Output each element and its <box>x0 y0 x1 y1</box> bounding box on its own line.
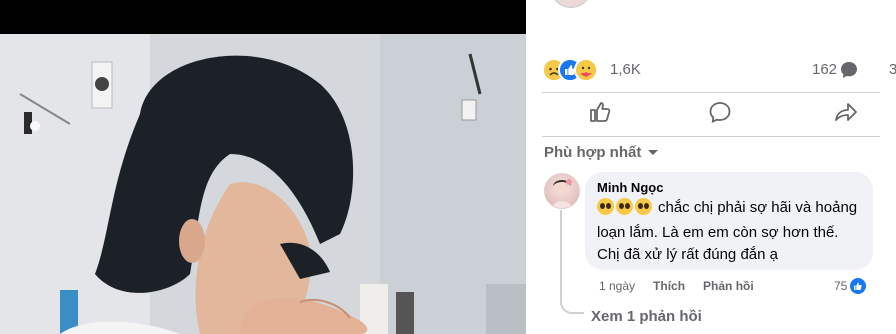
post-photo-pane <box>0 0 526 334</box>
comment-like-button[interactable]: Thích <box>653 279 685 293</box>
comment-reply-button[interactable]: Phản hồi <box>703 279 754 293</box>
like-reaction-icon <box>850 278 867 294</box>
comment-meta: 1 ngày Thích Phản hồi <box>599 279 754 293</box>
divider <box>542 136 880 137</box>
post-side-panel: 1,6K 162 3 Phù hợp nhất Minh Ngọc chắc c… <box>526 0 896 334</box>
reaction-count[interactable]: 1,6K <box>610 61 641 78</box>
chevron-down-icon <box>647 144 659 161</box>
comment-button[interactable] <box>690 94 750 134</box>
comment-count[interactable]: 162 <box>812 61 837 78</box>
share-button[interactable] <box>816 94 876 134</box>
comment-time[interactable]: 1 ngày <box>599 279 635 293</box>
avatar[interactable] <box>544 173 580 209</box>
share-count[interactable]: 3 <box>889 61 896 78</box>
comment-bubble: Minh Ngọc chắc chị phải sợ hãi và hoảng … <box>585 172 873 270</box>
comment-text: chắc chị phải sợ hãi và hoảng loạn lắm. … <box>597 197 861 266</box>
pleading-face-icon <box>597 198 654 222</box>
post-action-bar <box>542 94 896 134</box>
divider <box>542 92 880 93</box>
care-reaction-icon <box>574 58 598 82</box>
photo-illustration <box>0 34 526 334</box>
author-avatar[interactable] <box>550 0 592 8</box>
reply-thread-line <box>560 210 584 314</box>
post-photo[interactable] <box>0 34 526 334</box>
comment-bubble-icon <box>840 61 858 84</box>
comment-author[interactable]: Minh Ngọc <box>597 180 861 195</box>
view-replies-link[interactable]: Xem 1 phản hồi <box>591 308 702 325</box>
reactions-summary: 1,6K 162 3 <box>542 58 896 82</box>
reaction-icons[interactable] <box>542 58 606 82</box>
share-arrow-icon <box>834 100 858 129</box>
comment-icon <box>708 100 732 129</box>
like-button[interactable] <box>570 94 630 134</box>
comment-sort-label: Phù hợp nhất <box>544 144 642 161</box>
comment-like-count[interactable]: 75 <box>834 278 867 294</box>
thumbs-up-icon <box>588 100 612 129</box>
comment-like-count-value: 75 <box>834 279 848 293</box>
comment-sort-dropdown[interactable]: Phù hợp nhất <box>544 144 659 161</box>
